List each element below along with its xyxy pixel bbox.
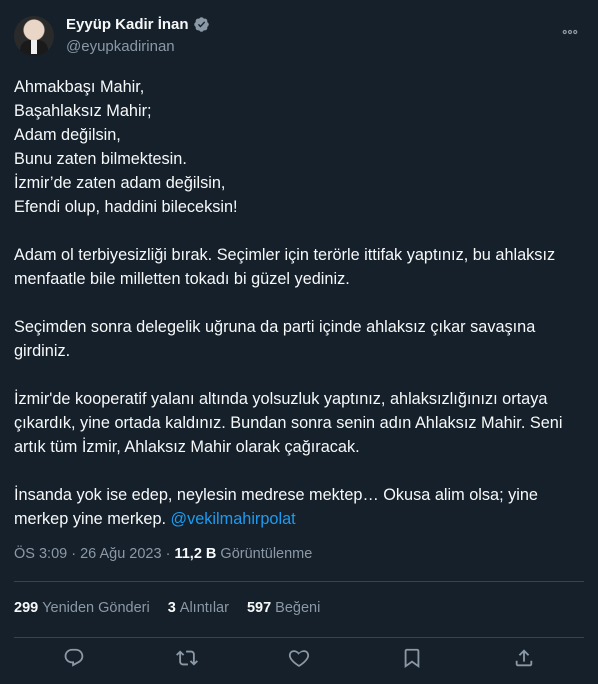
share-button[interactable] xyxy=(512,646,536,670)
likes-stat[interactable]: 597 Beğeni xyxy=(247,600,320,616)
retweet-button[interactable] xyxy=(175,646,199,670)
retweets-label: Yeniden Gönderi xyxy=(42,600,150,616)
like-button[interactable] xyxy=(287,646,311,670)
tweet-card: Eyyüp Kadir İnan @eyupkadirinan Ahmakbaş… xyxy=(0,0,598,684)
quotes-count: 3 xyxy=(167,600,176,616)
tweet-date[interactable]: 26 Ağu 2023 xyxy=(80,546,161,562)
quotes-stat[interactable]: 3 Alıntılar xyxy=(168,600,229,616)
divider xyxy=(14,581,584,582)
tweet-paragraph-3: Seçimden sonra delegelik uğruna da parti… xyxy=(14,318,540,360)
bookmark-button[interactable] xyxy=(400,646,424,670)
author-handle[interactable]: @eyupkadirinan xyxy=(66,38,175,55)
meta-separator: · xyxy=(71,546,77,562)
tweet-paragraph-1: Ahmakbaşı Mahir, Başahlaksız Mahir; Adam… xyxy=(14,78,238,216)
heart-icon xyxy=(288,650,310,667)
retweets-stat[interactable]: 299 Yeniden Gönderi xyxy=(14,600,150,616)
more-icon xyxy=(562,29,578,35)
quotes-label: Alıntılar xyxy=(179,600,229,616)
retweets-count: 299 xyxy=(14,600,39,616)
more-button[interactable] xyxy=(556,18,584,46)
tweet-text: Ahmakbaşı Mahir, Başahlaksız Mahir; Adam… xyxy=(14,75,579,531)
tweet-paragraph-4: İzmir'de kooperatif yalanı altında yolsu… xyxy=(14,390,567,456)
author-name-row: Eyyüp Kadir İnan xyxy=(66,16,210,33)
likes-label: Beğeni xyxy=(275,600,321,616)
tweet-header: Eyyüp Kadir İnan @eyupkadirinan xyxy=(14,12,584,60)
retweet-icon xyxy=(175,650,198,666)
views-count: 11,2 B xyxy=(174,546,217,562)
reply-icon xyxy=(64,648,84,667)
tweet-meta: ÖS 3:09 · 26 Ağu 2023 · 11,2 B Görüntüle… xyxy=(14,546,312,562)
share-icon xyxy=(515,649,533,667)
avatar[interactable] xyxy=(14,16,54,56)
reply-button[interactable] xyxy=(62,646,86,670)
divider xyxy=(14,637,584,638)
views-label: Görüntülenme xyxy=(220,546,313,562)
author-name[interactable]: Eyyüp Kadir İnan xyxy=(66,16,189,33)
tweet-paragraph-2: Adam ol terbiyesizliği bırak. Seçimler i… xyxy=(14,246,560,288)
tweet-time[interactable]: ÖS 3:09 xyxy=(14,546,67,562)
verified-badge-icon xyxy=(193,17,209,32)
likes-count: 597 xyxy=(246,600,272,616)
bookmark-icon xyxy=(404,648,419,669)
meta-separator: · xyxy=(165,546,171,562)
action-bar xyxy=(14,646,584,676)
engagement-stats: 299 Yeniden Gönderi 3 Alıntılar 597 Beğeni xyxy=(14,600,320,616)
mention-link[interactable]: @vekilmahirpolat xyxy=(171,510,296,528)
